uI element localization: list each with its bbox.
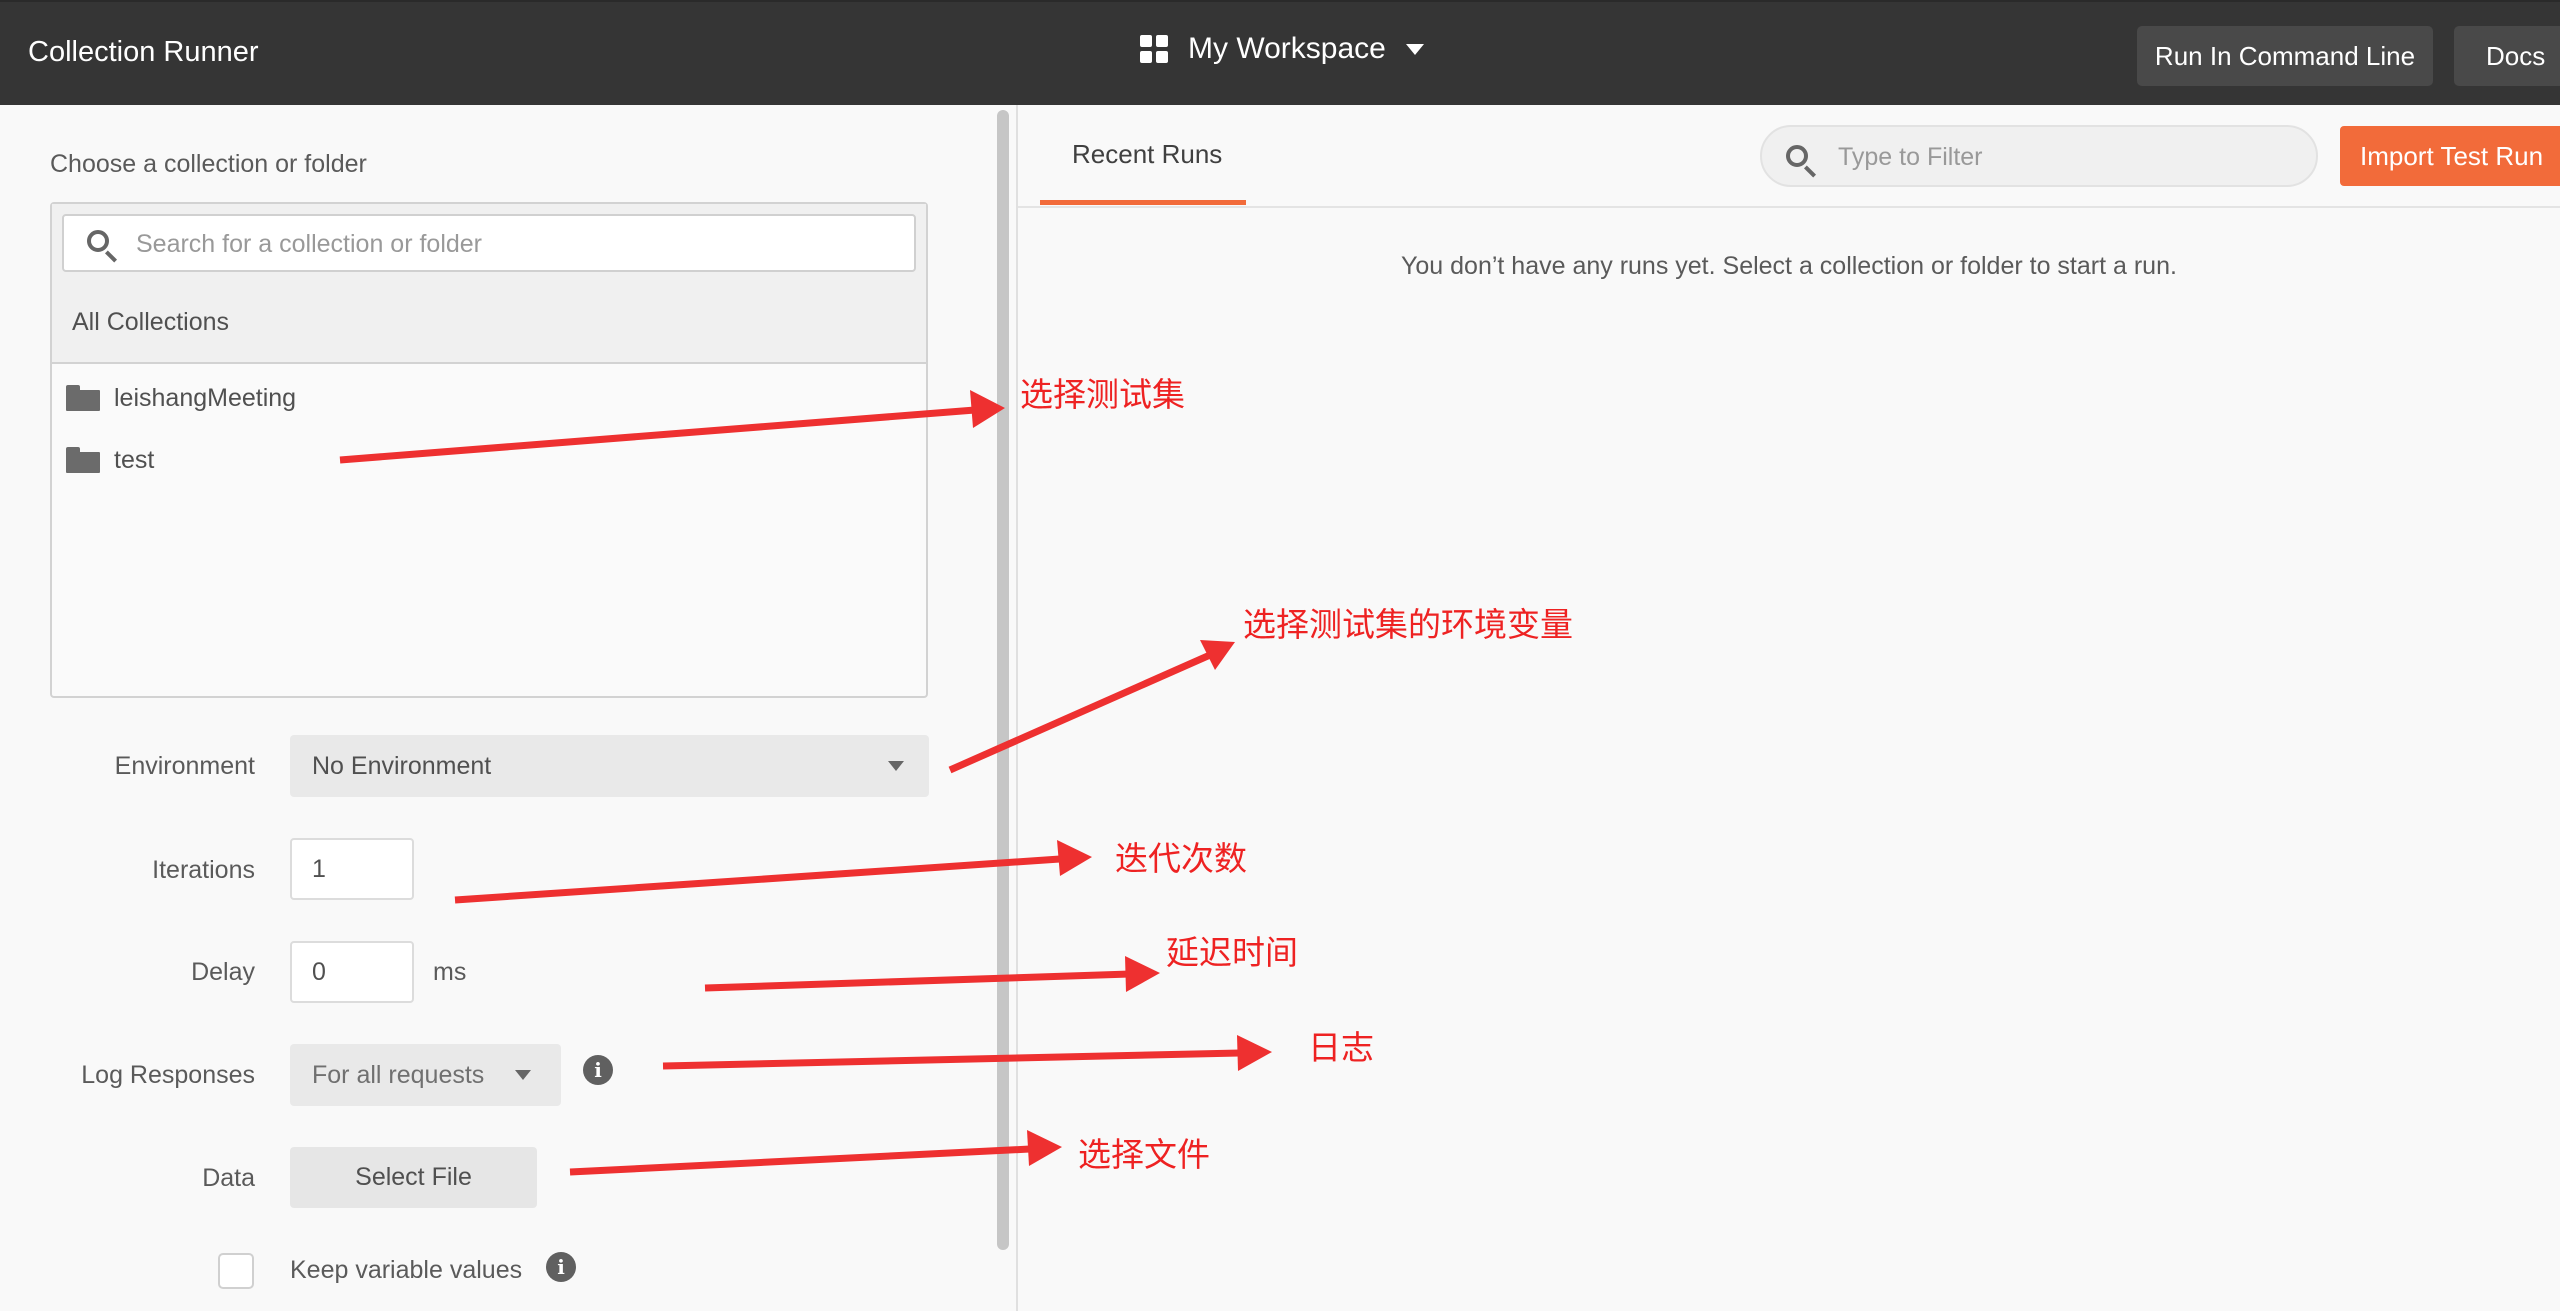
annotation-select-environment: 选择测试集的环境变量 (1243, 605, 1573, 644)
annotation-select-file: 选择文件 (1078, 1135, 1210, 1174)
annotation-arrow (339, 390, 1005, 464)
annotation-arrow (704, 956, 1160, 992)
annotation-arrow (569, 1130, 1062, 1176)
annotation-log: 日志 (1308, 1028, 1374, 1067)
annotation-iterations: 迭代次数 (1115, 839, 1247, 878)
annotation-arrow (454, 840, 1092, 904)
annotation-delay: 延迟时间 (1166, 933, 1298, 972)
annotation-arrow (948, 640, 1235, 774)
annotation-arrow (662, 1035, 1272, 1071)
annotation-select-collection: 选择测试集 (1020, 375, 1185, 414)
annotation-arrows (339, 390, 1272, 1176)
